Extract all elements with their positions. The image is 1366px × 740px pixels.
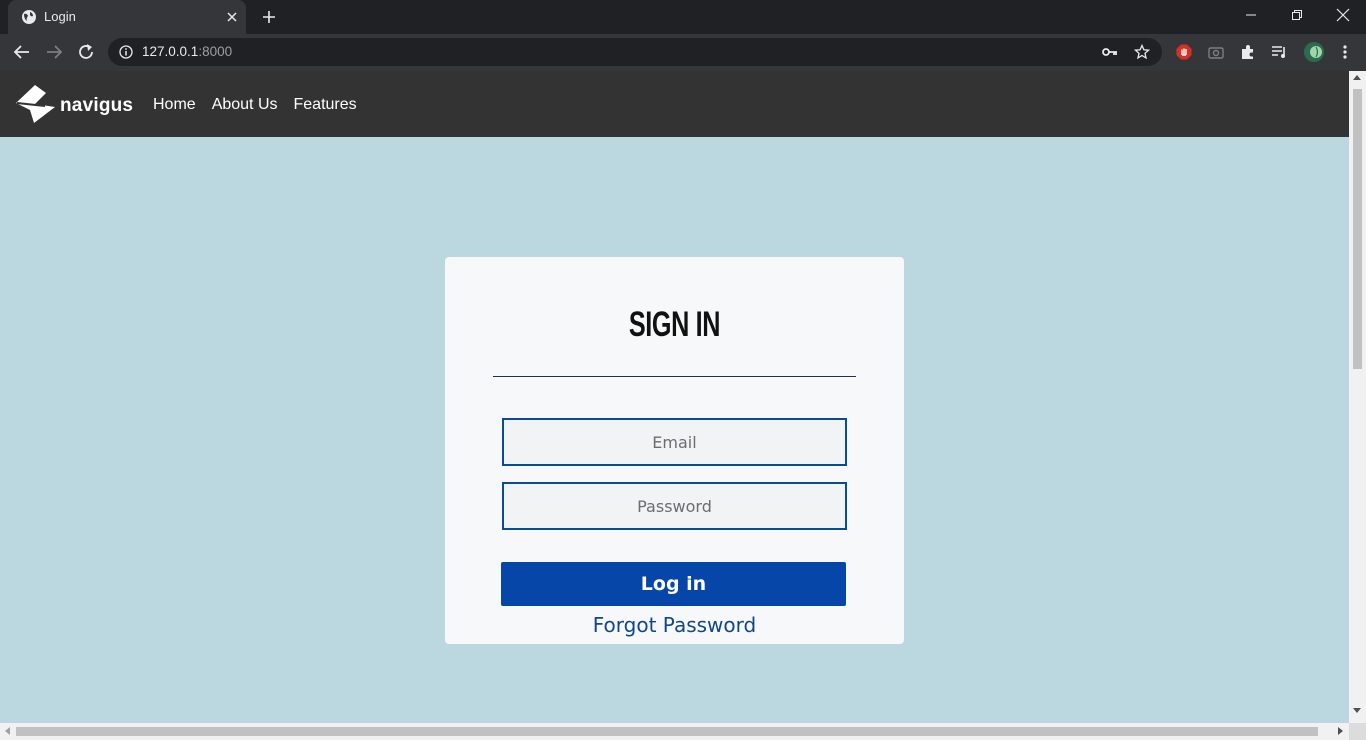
tab-title: Login [44,9,76,24]
key-icon[interactable] [1102,45,1118,59]
login-card: SIGN IN Log in Forgot Password [445,257,904,644]
scroll-up-arrow-icon[interactable] [1353,75,1361,80]
restore-button[interactable] [1274,0,1320,30]
url-port: :8000 [198,44,233,59]
scroll-right-arrow-icon[interactable] [1338,727,1343,735]
nav-links: Home About Us Features [153,96,373,114]
browser-tab[interactable]: Login [8,0,246,34]
plus-icon[interactable] [260,8,278,26]
divider [493,376,856,377]
vertical-scroll-thumb[interactable] [1353,89,1362,369]
restore-icon [1292,10,1302,20]
reload-icon [79,44,93,59]
scroll-down-arrow-icon[interactable] [1353,708,1361,713]
adblock-icon [1176,44,1192,60]
minimize-button[interactable] [1228,0,1274,30]
close-icon [1336,8,1350,22]
browser-menu-button[interactable] [1333,40,1357,64]
login-button[interactable]: Log in [501,562,846,606]
address-bar[interactable]: 127.0.0.1:8000 [108,38,1162,66]
media-control-button[interactable] [1268,40,1292,64]
horizontal-scrollbar[interactable] [0,723,1349,740]
profile-avatar [1304,42,1324,62]
reload-button[interactable] [74,40,98,64]
brand-logo[interactable]: navigus [15,84,134,126]
globe-icon [22,10,36,24]
url-text: 127.0.0.1:8000 [142,44,232,59]
adblock-extension-button[interactable] [1172,40,1196,64]
navigus-logo-icon [16,85,55,123]
url-host: 127.0.0.1 [142,44,199,59]
camera-icon [1208,47,1224,59]
scroll-left-arrow-icon[interactable] [5,727,10,735]
nav-link-about-us[interactable]: About Us [212,96,278,114]
brand-name: navigus [60,95,134,116]
email-field[interactable] [502,418,847,466]
password-field[interactable] [502,482,847,530]
media-icon [1272,46,1285,58]
profile-button[interactable] [1302,40,1326,64]
scrollbar-corner [1349,723,1366,740]
extensions-icon [1242,45,1253,59]
site-navbar: navigus Home About Us Features [0,71,1349,137]
back-icon [13,45,29,59]
extensions-button[interactable] [1236,40,1260,64]
nav-link-home[interactable]: Home [153,96,196,114]
info-icon[interactable] [119,45,133,59]
forgot-password-link[interactable]: Forgot Password [445,613,904,637]
forward-icon [47,45,63,59]
minimize-icon [1246,14,1256,16]
horizontal-scroll-thumb[interactable] [16,727,1318,736]
page-viewport: navigus Home About Us Features SIGN IN L… [0,71,1349,723]
close-window-button[interactable] [1320,0,1366,30]
tab-strip: Login [0,0,1366,34]
menu-icon [1343,45,1347,59]
screenshot-extension-button[interactable] [1204,40,1228,64]
close-icon[interactable] [224,9,240,25]
back-button[interactable] [10,40,34,64]
nav-link-features[interactable]: Features [294,96,357,114]
signin-title: SIGN IN [628,305,721,344]
browser-toolbar: 127.0.0.1:8000 [0,34,1366,71]
vertical-scrollbar[interactable] [1349,71,1366,723]
forward-button[interactable] [42,40,66,64]
star-icon[interactable] [1134,44,1150,60]
